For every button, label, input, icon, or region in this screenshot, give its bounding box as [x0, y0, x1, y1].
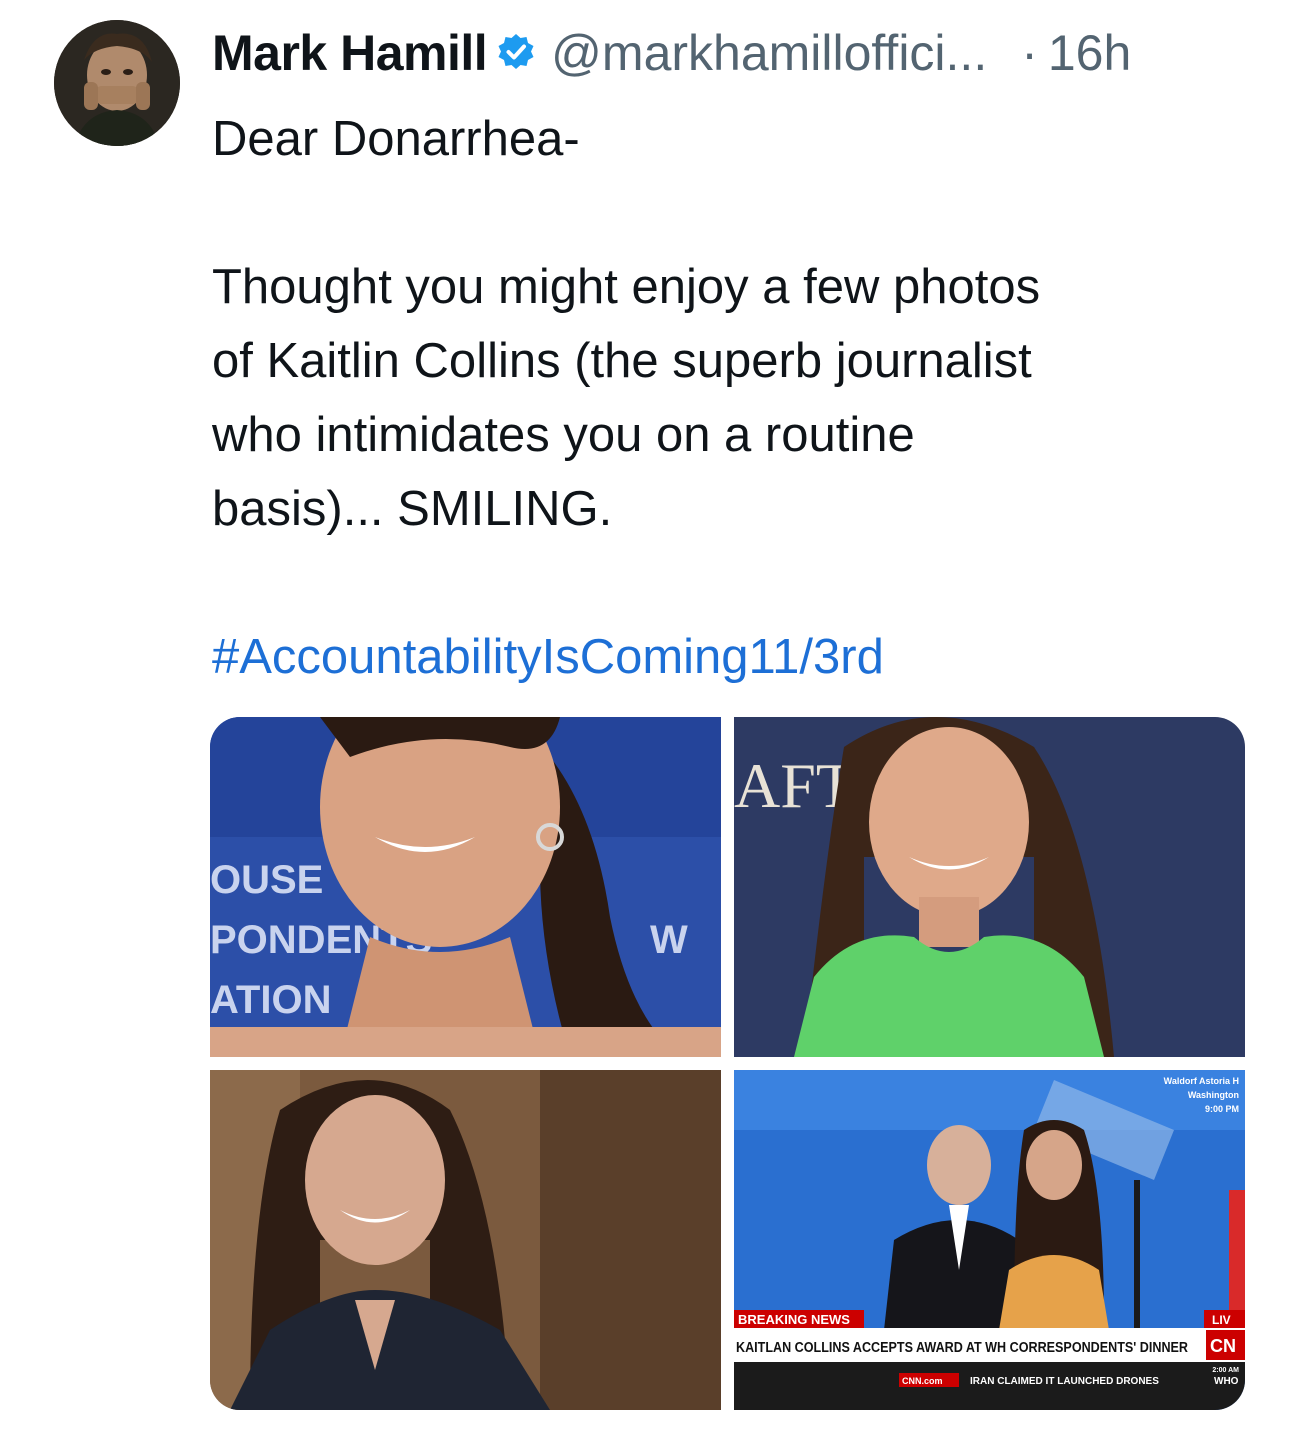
author-handle[interactable]: @markhamilloffici...	[551, 24, 987, 82]
breaking-news-label: BREAKING NEWS	[738, 1312, 850, 1327]
backdrop-text: ATION	[210, 978, 331, 1022]
location-text: Waldorf Astoria H	[1164, 1076, 1239, 1086]
location-text: Washington	[1188, 1090, 1239, 1100]
backdrop-text: OUSE	[210, 858, 323, 902]
headline-text: KAITLAN COLLINS ACCEPTS AWARD AT WH CORR…	[736, 1340, 1188, 1356]
ticker-time: 2:00 AM	[1212, 1367, 1239, 1374]
hashtag-link[interactable]: #AccountabilityIsComing11/3rd	[212, 620, 1252, 694]
photo-3[interactable]	[210, 1070, 721, 1410]
tweet-timestamp[interactable]: 16h	[1048, 24, 1131, 82]
verified-badge-icon	[495, 32, 537, 74]
cnn-logo: CN	[1210, 1336, 1236, 1356]
tweet-paragraph-main: Thought you might enjoy a few photos of …	[212, 260, 1041, 536]
ticker-right: WHO	[1214, 1376, 1239, 1387]
photo-2[interactable]: AFT	[734, 717, 1245, 1057]
header-separator: ·	[1021, 25, 1038, 81]
media-grid: OUSE PONDENTS ATION W AFT Waldorf Astori…	[210, 717, 1245, 1410]
tweet-paragraph-greeting: Dear Donarrhea-	[212, 112, 580, 166]
photo-1[interactable]: OUSE PONDENTS ATION W	[210, 717, 721, 1057]
live-label: LIV	[1212, 1313, 1231, 1327]
author-name[interactable]: Mark Hamill	[212, 24, 488, 82]
tweet-text: Dear Donarrhea- Thought you might enjoy …	[212, 102, 1252, 694]
author-avatar[interactable]	[54, 20, 180, 146]
time-text: 9:00 PM	[1205, 1104, 1239, 1114]
ticker-text: IRAN CLAIMED IT LAUNCHED DRONES	[970, 1376, 1159, 1387]
backdrop-text: W	[650, 918, 688, 962]
tweet-header: Mark Hamill @markhamilloffici... · 16h	[212, 18, 1252, 88]
photo-4[interactable]: Waldorf Astoria H Washington 9:00 PM BRE…	[734, 1070, 1245, 1410]
ticker-site: CNN.com	[902, 1376, 943, 1386]
